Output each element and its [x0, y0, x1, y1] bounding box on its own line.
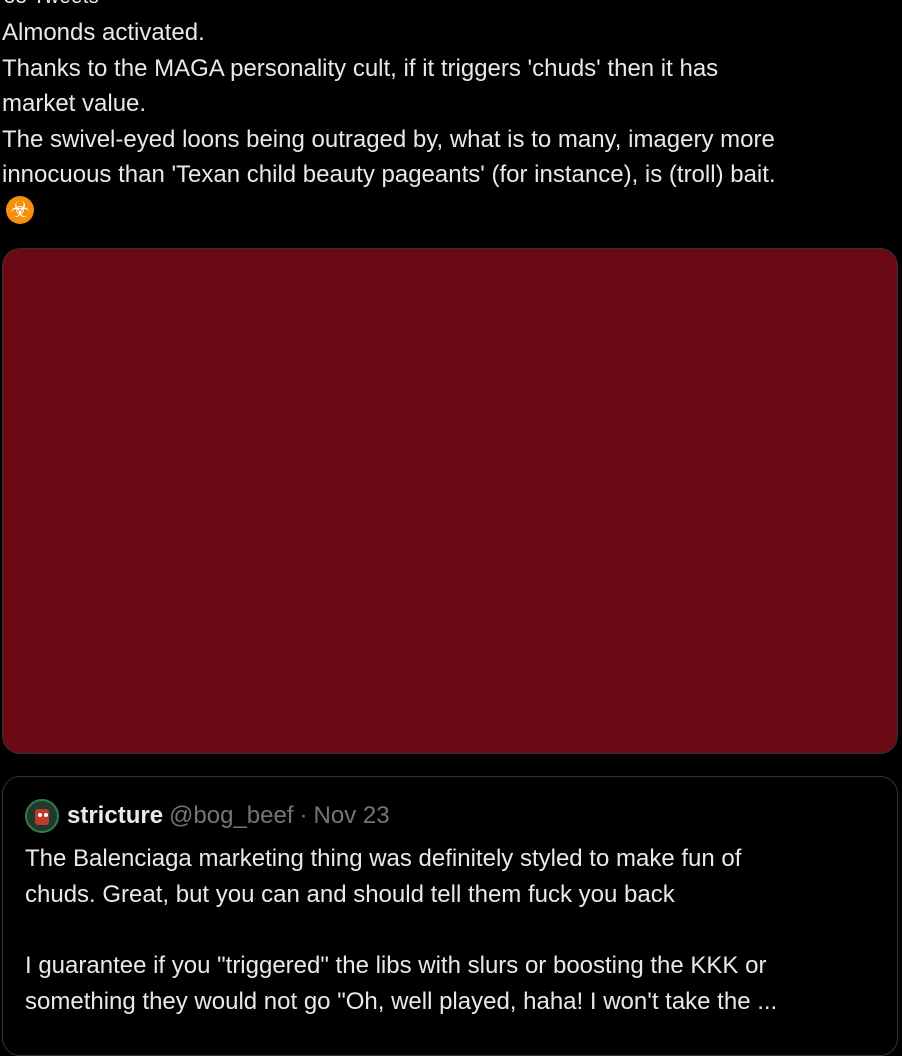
quoted-tweet-header: stricture @bog_beef · Nov 23 — [25, 799, 390, 833]
post-date[interactable]: Nov 23 — [314, 802, 390, 830]
quoted-tweet-line: The Balenciaga marketing thing was defin… — [25, 845, 742, 872]
quoted-tweet-line: I guarantee if you "triggered" the libs … — [25, 952, 767, 979]
tweet-text-line: The swivel-eyed loons being outraged by,… — [2, 125, 775, 153]
quoted-tweet-line: chuds. Great, but you can and should tel… — [25, 880, 675, 908]
avatar-eye-icon — [38, 813, 42, 817]
quoted-tweet-blank-line — [25, 912, 885, 948]
tweet-text-line: innocuous than 'Texan child beauty pagea… — [2, 161, 776, 188]
tweet-text: Almonds activated. Thanks to the MAGA pe… — [2, 15, 898, 193]
tweet-text-line: market value. — [2, 90, 147, 117]
separator-dot: · — [299, 802, 308, 829]
quoted-tweet-card[interactable]: stricture @bog_beef · Nov 23 The Balenci… — [2, 776, 898, 1056]
avatar-face-icon — [35, 809, 49, 825]
quoted-tweet-line: something they would not go "Oh, well pl… — [25, 987, 778, 1015]
quoted-tweet-text: The Balenciaga marketing thing was defin… — [25, 841, 885, 1019]
tweet-text-line: Thanks to the MAGA personality cult, if … — [2, 54, 719, 82]
tweet-text-line: Almonds activated. — [2, 19, 205, 46]
author-handle[interactable]: @bog_beef — [169, 802, 293, 830]
biohazard-emoji-icon: ☣ — [6, 196, 34, 224]
avatar[interactable] — [25, 799, 59, 833]
tweet-media-image[interactable] — [2, 248, 898, 754]
avatar-eye-icon — [44, 813, 48, 817]
author-name[interactable]: stricture — [67, 802, 163, 830]
previous-tweet-count-clipped: 33 Tweets — [4, 0, 99, 9]
